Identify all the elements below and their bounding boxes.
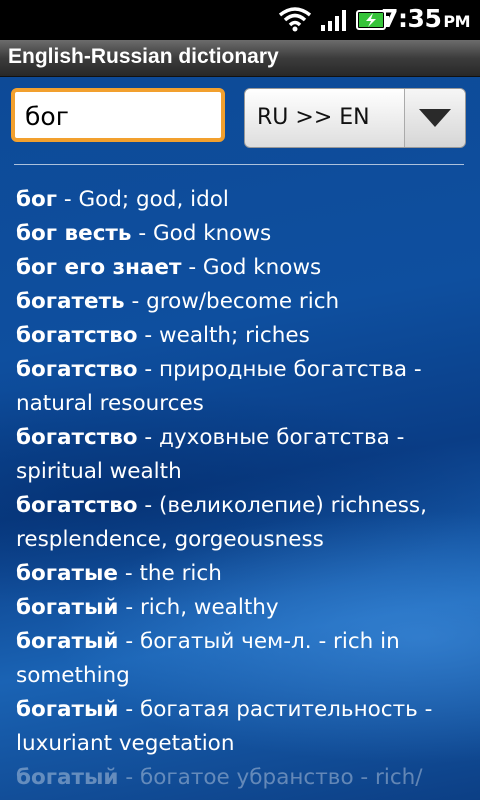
entry-headword: бог: [16, 187, 58, 212]
list-item[interactable]: бог весть - God knows: [16, 217, 468, 251]
dropdown-button[interactable]: [404, 89, 465, 147]
list-item[interactable]: богатство - природные богатства - natura…: [16, 353, 468, 421]
entry-translation: grow/become rich: [146, 289, 340, 314]
entry-separator: -: [118, 765, 140, 790]
list-item[interactable]: богатый - rich, wealthy: [16, 591, 468, 625]
entry-translation: the rich: [139, 561, 222, 586]
list-item[interactable]: богатеть - grow/become rich: [16, 285, 468, 319]
entry-translation: God; god, idol: [78, 187, 229, 212]
entry-translation: wealth; riches: [159, 323, 310, 348]
entry-headword: богатство: [16, 493, 138, 518]
entry-headword: богатый: [16, 595, 119, 620]
entry-separator: -: [118, 561, 140, 586]
entry-translation: rich, wealthy: [139, 595, 279, 620]
direction-select[interactable]: RU >> EN: [244, 88, 466, 148]
entry-separator: -: [137, 323, 160, 348]
entry-headword: богатый: [16, 697, 119, 722]
list-item[interactable]: богатый - богатое убранство - rich/: [16, 761, 468, 795]
entry-headword: богатеть: [16, 289, 125, 314]
app-title: English-Russian dictionary: [8, 45, 279, 68]
entry-separator: -: [131, 221, 153, 246]
entry-translation: богатое убранство - rich/: [139, 765, 423, 790]
divider: [14, 164, 464, 165]
content-area: бог RU >> EN бог - God; god, idol бог ве…: [0, 77, 480, 800]
list-item[interactable]: богатый - богатая растительность - luxur…: [16, 693, 468, 761]
entry-separator: -: [124, 289, 147, 314]
entry-headword: богатство: [16, 323, 138, 348]
entry-separator: -: [57, 187, 79, 212]
list-item[interactable]: богатый - богатый чем-л. - rich in somet…: [16, 625, 468, 693]
search-input[interactable]: бог: [11, 88, 225, 142]
entry-headword: богатые: [16, 561, 119, 586]
entry-headword: богатство: [16, 357, 138, 382]
entry-separator: -: [118, 697, 140, 722]
entry-separator: -: [137, 357, 160, 382]
title-bar: English-Russian dictionary: [0, 40, 480, 77]
results-list: бог - God; god, idol бог весть - God kno…: [16, 183, 468, 795]
entry-translation: God knows: [152, 221, 272, 246]
entry-separator: -: [137, 493, 160, 518]
list-item[interactable]: богатые - the rich: [16, 557, 468, 591]
status-time: 7:35 PM: [381, 4, 470, 33]
list-item[interactable]: бог - God; god, idol: [16, 183, 468, 217]
list-item[interactable]: бог его знает - God knows: [16, 251, 468, 285]
triangle-down-icon: [419, 109, 451, 127]
wifi-icon: [278, 7, 312, 32]
entry-separator: -: [181, 255, 203, 280]
entry-headword: богатый: [16, 765, 119, 790]
entry-headword: богатство: [16, 425, 138, 450]
list-item[interactable]: богатство - (великолепие) richness, resp…: [16, 489, 468, 557]
entry-headword: бог его знает: [16, 255, 182, 280]
entry-headword: богатый: [16, 629, 119, 654]
direction-label: RU >> EN: [257, 105, 370, 130]
list-item[interactable]: богатство - wealth; riches: [16, 319, 468, 353]
list-item[interactable]: богатство - духовные богатства - spiritu…: [16, 421, 468, 489]
entry-separator: -: [118, 595, 140, 620]
entry-translation: God knows: [202, 255, 322, 280]
status-bar: 7:35 PM: [0, 0, 480, 40]
entry-separator: -: [118, 629, 140, 654]
entry-separator: -: [137, 425, 160, 450]
signal-icon: [321, 10, 346, 31]
entry-headword: бог весть: [16, 221, 132, 246]
